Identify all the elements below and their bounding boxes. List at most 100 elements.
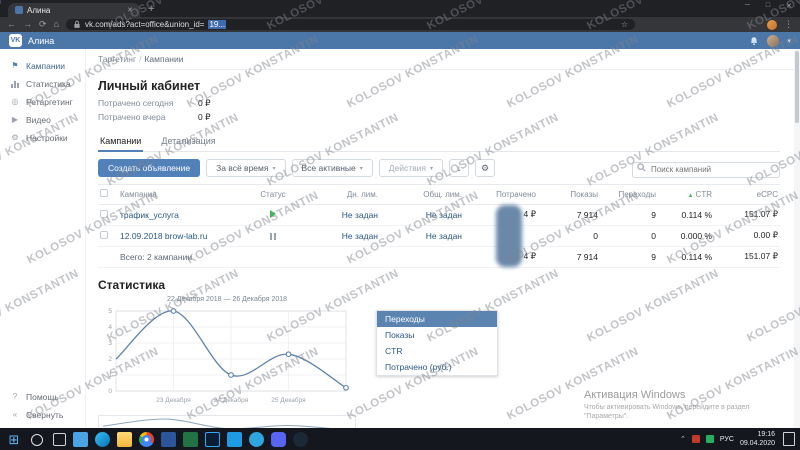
retargeting-target-icon: ◎ [11, 97, 19, 106]
col-status[interactable]: Статус [246, 190, 300, 199]
status-filter-label: Все активные [301, 163, 356, 174]
spent-today-value: 0 ₽ [198, 98, 211, 108]
sidebar-item-collapse[interactable]: « Свернуть [0, 406, 85, 424]
row-checkbox[interactable] [100, 209, 120, 220]
export-button[interactable]: ↓ [449, 159, 470, 178]
select-all-checkbox[interactable] [100, 189, 120, 199]
taskbar-clock[interactable]: 19:16 09.04.2020 [740, 430, 775, 448]
col-spent[interactable]: Потрачено [462, 190, 536, 199]
status-pause-icon[interactable] [246, 231, 300, 241]
minimize-button[interactable]: ─ [737, 0, 758, 12]
table-settings-button[interactable]: ⚙ [475, 159, 496, 178]
daily-limit-link[interactable]: Не задан [300, 210, 378, 220]
start-icon[interactable] [7, 432, 22, 447]
vk-user-avatar[interactable] [767, 34, 780, 47]
tray-app-icon[interactable] [691, 435, 700, 443]
tray-app-icon[interactable] [705, 435, 714, 443]
maximize-button[interactable]: □ [758, 0, 778, 12]
statistics-title: Статистика [98, 277, 166, 292]
vk-menu-caret-icon[interactable]: ▾ [787, 37, 791, 45]
sidebar-item-settings[interactable]: ⚙ Настройки [0, 129, 85, 147]
vscode-icon[interactable] [226, 431, 242, 447]
status-play-icon[interactable] [246, 209, 300, 220]
task-view-icon[interactable] [52, 432, 66, 446]
row-checkbox[interactable] [100, 230, 120, 241]
campaign-name-link[interactable]: трафик_услуга [120, 210, 246, 220]
daily-limit-link[interactable]: Не задан [300, 231, 378, 241]
url-bar[interactable]: vk.com/ads?act=office&union_id= 19... ☆ [65, 19, 635, 30]
metric-option[interactable]: CTR [377, 343, 497, 359]
forward-icon[interactable]: → [23, 20, 32, 29]
edge-icon[interactable] [94, 431, 110, 447]
col-campaign[interactable]: Кампания [120, 190, 246, 199]
word-icon[interactable] [160, 431, 176, 447]
sidebar-item-help[interactable]: ? Помощь [0, 388, 85, 406]
back-icon[interactable]: ← [7, 20, 16, 29]
steam-icon[interactable] [292, 431, 308, 447]
actions-dropdown[interactable]: Действия ▾ [378, 159, 444, 178]
clock-date: 09.04.2020 [739, 440, 775, 447]
metric-option[interactable]: Потрачено (руб.) [377, 359, 497, 375]
ctr-value: 0.000 % [680, 230, 712, 241]
breadcrumb-parent[interactable]: Таргетинг [98, 54, 136, 64]
browser-profile-avatar[interactable] [767, 19, 777, 30]
taskbar: ⌃ РУС 19:16 09.04.2020 [0, 428, 800, 450]
telegram-icon[interactable] [248, 431, 264, 447]
photoshop-icon[interactable] [204, 431, 220, 447]
vk-favicon-icon [15, 6, 23, 14]
col-clicks[interactable]: Переходы [598, 190, 656, 199]
close-window-button[interactable]: ✕ [778, 0, 800, 12]
folder-icon[interactable] [116, 431, 132, 447]
col-total-limit[interactable]: Общ. лим. [378, 190, 462, 199]
language-indicator[interactable]: РУС [720, 436, 734, 443]
status-filter-dropdown[interactable]: Все активные ▾ [291, 159, 373, 178]
excel-icon[interactable] [182, 431, 198, 447]
spent-yesterday-value: 0 ₽ [198, 112, 211, 122]
chevron-down-icon: ▾ [430, 165, 434, 172]
tab-details[interactable]: Детализация [159, 132, 217, 151]
reload-icon[interactable]: ⟳ [39, 20, 47, 29]
sidebar-item-label: Помощь [26, 392, 59, 402]
sidebar-item-retargeting[interactable]: ◎ Ретаргетинг [0, 93, 85, 111]
metric-option-selected[interactable]: Переходы [377, 310, 497, 327]
table-row[interactable]: трафик_услуга Не задан Не задан 4 ₽ 7 91… [98, 205, 780, 226]
search-icon[interactable] [31, 434, 43, 446]
tab-close-icon[interactable]: ✕ [127, 6, 133, 14]
new-tab-button[interactable]: + [148, 4, 154, 15]
total-limit-link[interactable]: Не задан [378, 231, 462, 241]
chrome-icon[interactable] [138, 431, 154, 447]
campaign-name-link[interactable]: 12.09.2018 brow-lab.ru [120, 231, 246, 241]
table-header-row: Кампания Статус Дн. лим. Общ. лим. Потра… [98, 183, 780, 205]
col-daily-limit[interactable]: Дн. лим. [300, 190, 378, 199]
sidebar-item-campaigns[interactable]: ⚑ Кампании [0, 57, 85, 75]
bookmark-star-icon[interactable]: ☆ [621, 20, 628, 29]
search-input[interactable] [632, 161, 780, 178]
scrollbar-thumb[interactable] [795, 51, 799, 123]
spent-yesterday-row: Потрачено вчера 0 ₽ [98, 112, 780, 123]
page-scrollbar[interactable] [794, 49, 800, 428]
mail-icon[interactable] [72, 431, 88, 447]
chart-range-selector[interactable] [98, 414, 356, 429]
lock-icon [74, 20, 80, 28]
discord-icon[interactable] [270, 431, 286, 447]
col-ctr[interactable]: ▲ CTR [656, 190, 712, 199]
total-limit-link[interactable]: Не задан [378, 210, 462, 220]
metric-option[interactable]: Показы [377, 327, 497, 343]
browser-tab[interactable]: Алина ✕ [8, 3, 140, 17]
tab-campaigns[interactable]: Кампании [98, 132, 144, 152]
bell-icon[interactable] [749, 36, 759, 46]
sidebar-item-statistics[interactable]: Статистика [0, 75, 85, 93]
menu-dots-icon[interactable]: ⋮ [784, 20, 793, 29]
col-ecpc[interactable]: eCPC [712, 190, 778, 199]
vk-logo[interactable]: VK [9, 34, 22, 47]
chevron-up-icon[interactable]: ⌃ [680, 435, 686, 443]
metric-dropdown: Переходы Показы CTR Потрачено (руб.) [376, 309, 498, 376]
create-ad-button[interactable]: Создать объявление [98, 159, 201, 178]
sidebar: ⚑ Кампании Статистика ◎ Ретаргетинг ▶ Ви… [0, 49, 86, 428]
sidebar-item-video[interactable]: ▶ Видео [0, 111, 85, 129]
home-icon[interactable]: ⌂ [54, 20, 59, 29]
period-filter-dropdown[interactable]: За всё время ▾ [206, 159, 286, 178]
table-row[interactable]: 12.09.2018 brow-lab.ru Не задан Не задан… [98, 226, 780, 247]
col-impressions[interactable]: Показы [536, 190, 598, 199]
notification-center-icon[interactable] [783, 432, 795, 446]
